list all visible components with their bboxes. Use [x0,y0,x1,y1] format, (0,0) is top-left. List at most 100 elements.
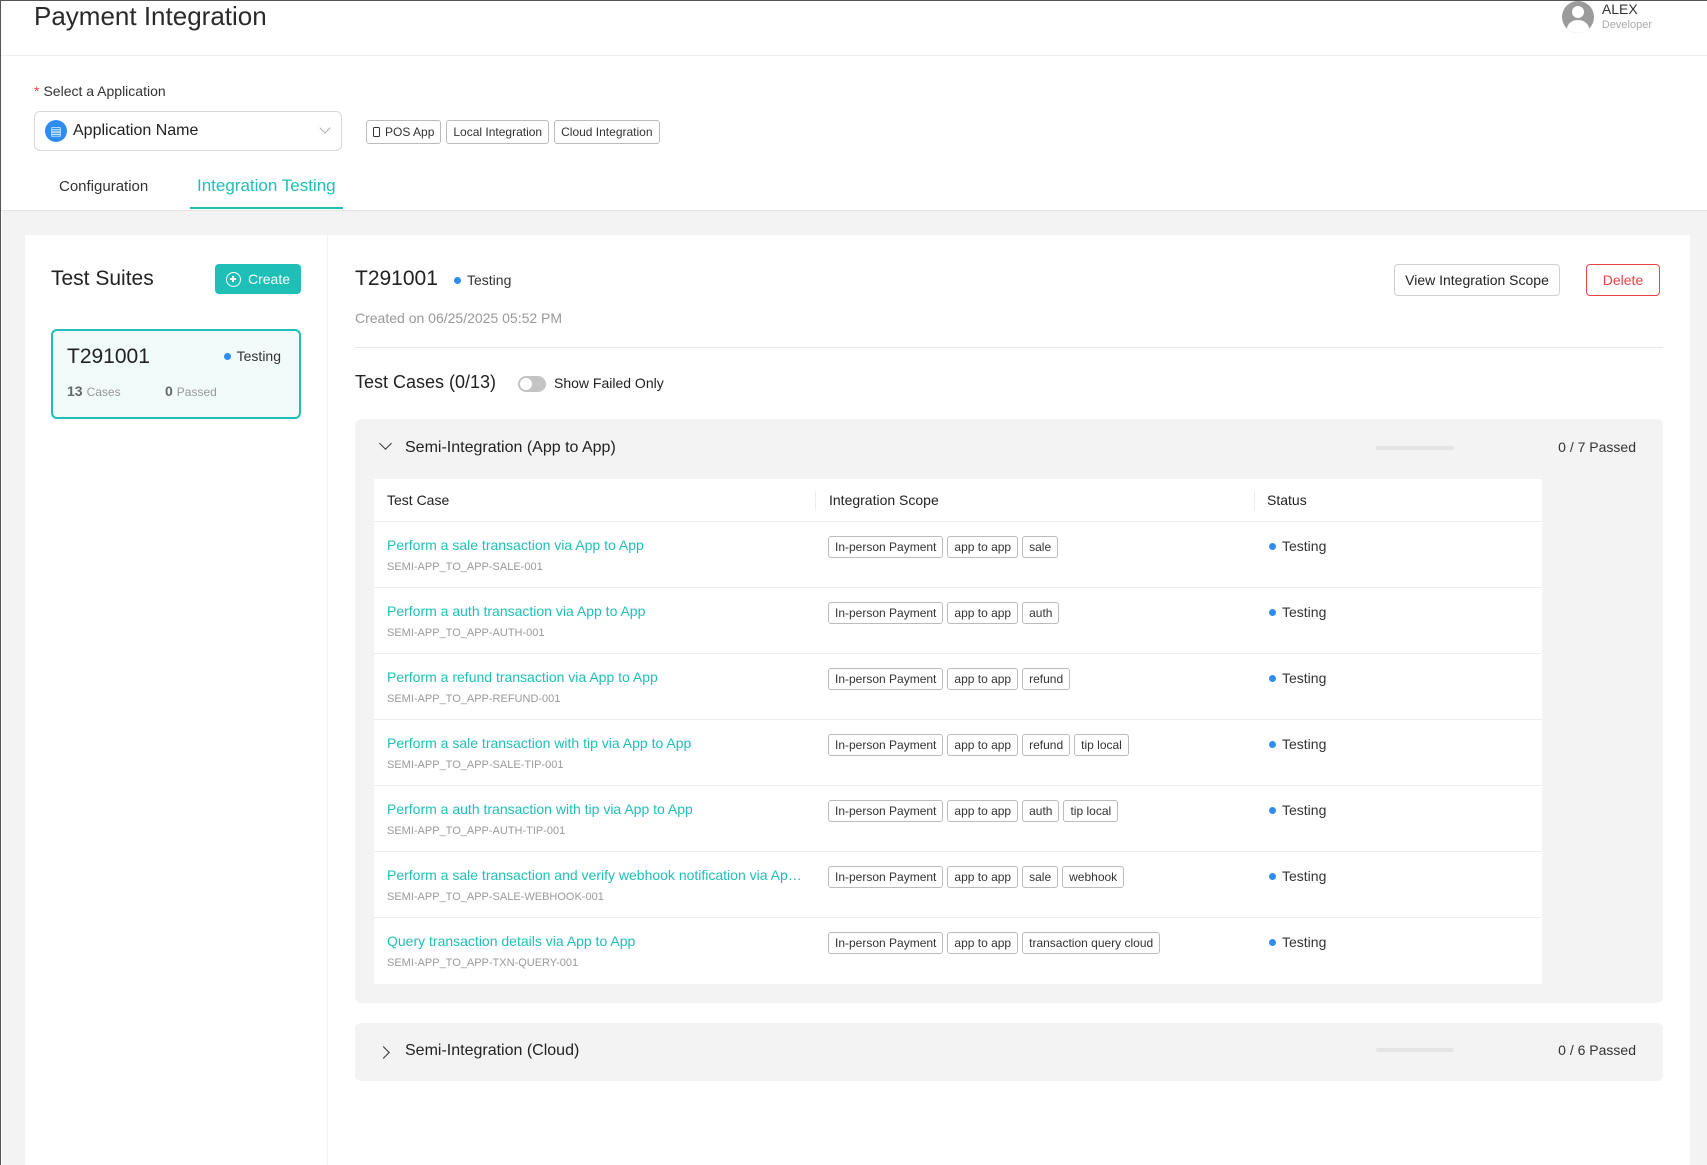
chevron-down-icon[interactable] [379,437,392,450]
test-case-link[interactable]: Perform a auth transaction via App to Ap… [387,603,645,619]
tag-label: POS App [385,125,435,139]
status-badge: Testing [454,272,511,288]
chevron-right-icon[interactable] [377,1046,390,1059]
test-case-code: SEMI-APP_TO_APP-REFUND-001 [387,693,561,705]
table-body: Perform a sale transaction via App to Ap… [374,522,1542,984]
create-button[interactable]: Create [215,264,301,294]
application-select[interactable]: ▤ Application Name [34,111,342,151]
tab-integration-testing[interactable]: Integration Testing [190,176,343,209]
scope-tag: app to app [947,866,1019,888]
test-case-link[interactable]: Perform a auth transaction with tip via … [387,801,693,817]
suite-passed-count: 0 Passed [165,383,217,399]
user-menu[interactable]: ALEX Developer [1561,1,1652,33]
scope-tag: In-person Payment [828,668,944,690]
scope-tag: In-person Payment [828,536,944,558]
application-icon: ▤ [45,120,67,142]
test-case-code: SEMI-APP_TO_APP-SALE-001 [387,561,543,573]
group-header[interactable]: Semi-Integration (Cloud) 0 / 6 Passed [355,1023,1663,1083]
table-row[interactable]: Query transaction details via App to App… [374,918,1542,984]
table-row[interactable]: Perform a auth transaction with tip via … [374,786,1542,852]
scope-tag: refund [1022,668,1071,690]
passed-label: Passed [176,385,217,399]
status-dot-icon [1269,740,1276,748]
column-divider [1254,491,1255,511]
divider [355,347,1663,348]
required-mark: * [34,83,40,99]
create-button-label: Create [247,271,291,287]
column-header-test-case: Test Case [387,492,450,508]
scope-tag: app to app [947,932,1019,954]
tab-bar: Configuration Integration Testing [1,171,1707,211]
table-header: Test Case Integration Scope Status [374,479,1542,522]
row-status-text: Testing [1282,802,1327,818]
status-badge: Testing [223,348,281,364]
test-cases-title: Test Cases (0/13) [355,372,497,392]
table-row[interactable]: Perform a sale transaction with tip via … [374,720,1542,786]
detail-suite-id: T291001 [355,267,438,290]
group-title: Semi-Integration (Cloud) [405,1042,580,1059]
suite-card[interactable]: T291001 Testing 13 Cases 0 Passed [51,329,301,419]
table-row[interactable]: Perform a auth transaction via App to Ap… [374,588,1542,654]
phone-icon [373,127,380,137]
tab-configuration[interactable]: Configuration [52,178,155,211]
scope-tag: refund [1022,734,1071,756]
application-select-value: Application Name [73,122,199,139]
test-case-code: SEMI-APP_TO_APP-AUTH-TIP-001 [387,825,566,837]
avatar-icon[interactable] [1561,1,1594,33]
scope-tag: In-person Payment [828,800,944,822]
suite-status-text: Testing [236,348,281,364]
status-dot-icon [1269,608,1276,616]
group-progress-text: 0 / 7 Passed [1558,439,1636,455]
integration-scope-tags: In-person Payment app to app transaction q… [828,932,1161,954]
row-status-text: Testing [1282,868,1327,884]
scope-tag: In-person Payment [828,866,944,888]
test-group-app-to-app: Semi-Integration (App to App) 0 / 7 Pass… [355,419,1663,1003]
test-suites-panel: Test Suites Create T291001 Testing 13 Cas… [25,235,327,1165]
table-row[interactable]: Perform a refund transaction via App to … [374,654,1542,720]
test-case-link[interactable]: Query transaction details via App to App [387,933,635,949]
application-label: * Select a Application [34,83,166,99]
test-case-link[interactable]: Perform a refund transaction via App to … [387,669,658,685]
scope-tag: In-person Payment [828,932,944,954]
suite-detail-panel: T291001 Testing Created on 06/25/2025 05… [328,235,1690,1165]
suite-id: T291001 [67,345,150,368]
page-header: Payment Integration ALEX Developer [1,1,1707,56]
scope-tag: sale [1022,866,1059,888]
show-failed-label: Show Failed Only [554,375,664,391]
status-dot-icon [1269,806,1276,814]
scope-tag: webhook [1062,866,1125,888]
table-row[interactable]: Perform a sale transaction via App to Ap… [374,522,1542,588]
plus-circle-icon [225,271,241,287]
scope-tag: app to app [947,668,1019,690]
column-divider [815,491,816,511]
group-progress-text: 0 / 6 Passed [1558,1042,1636,1058]
scope-tag: tip local [1074,734,1129,756]
status-dot-icon [1269,542,1276,550]
column-header-status: Status [1267,492,1307,508]
status-badge: Testing [1269,670,1326,686]
show-failed-toggle[interactable] [518,376,546,392]
row-status-text: Testing [1282,604,1327,620]
test-case-link[interactable]: Perform a sale transaction and verify we… [387,867,807,883]
application-label-text: Select a Application [43,83,166,99]
integration-scope-tags: In-person Payment app to app refund [828,668,1071,690]
application-selector-section: * Select a Application ▤ Application Name [34,83,342,151]
view-integration-scope-button[interactable]: View Integration Scope [1394,264,1560,296]
status-badge: Testing [1269,868,1326,884]
group-header[interactable]: Semi-Integration (App to App) 0 / 7 Pass… [355,419,1663,479]
group-title: Semi-Integration (App to App) [405,439,616,456]
passed-number: 0 [165,383,173,399]
test-case-link[interactable]: Perform a sale transaction via App to Ap… [387,537,644,553]
delete-button[interactable]: Delete [1586,264,1660,296]
created-timestamp: Created on 06/25/2025 05:52 PM [355,310,563,326]
table-row[interactable]: Perform a sale transaction and verify we… [374,852,1542,918]
user-info: ALEX Developer [1602,1,1652,33]
scope-tag: app to app [947,536,1019,558]
integration-scope-tags: In-person Payment app to app refund tip loc… [828,734,1129,756]
test-case-link[interactable]: Perform a sale transaction with tip via … [387,735,691,751]
status-badge: Testing [1269,934,1326,950]
integration-scope-tags: In-person Payment app to app sale webhook [828,866,1125,888]
integration-scope-tags: In-person Payment app to app sale [828,536,1059,558]
scope-tag: app to app [947,602,1019,624]
test-cases-table: Test Case Integration Scope Status Perfo… [374,479,1542,984]
